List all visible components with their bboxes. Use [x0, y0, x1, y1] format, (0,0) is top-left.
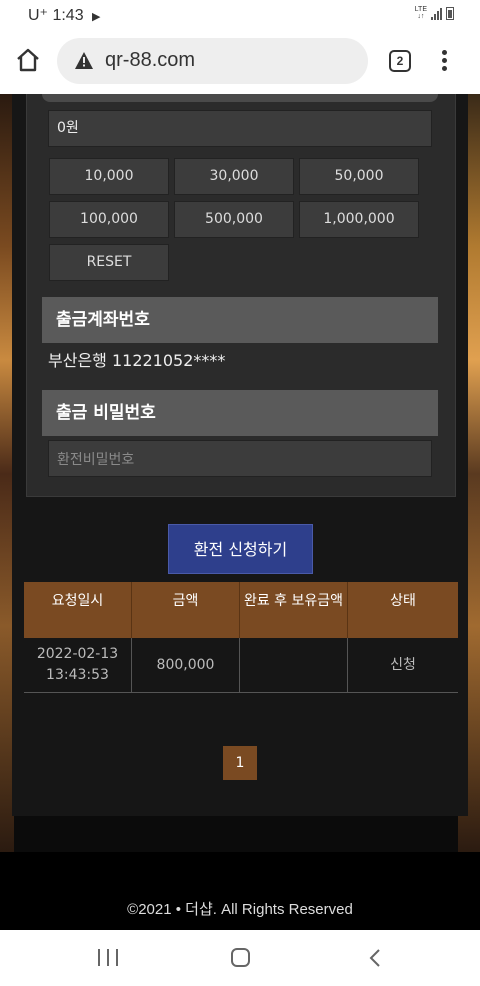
system-nav-bar [0, 930, 480, 986]
back-icon[interactable] [368, 948, 382, 968]
recent-apps-icon[interactable] [98, 949, 118, 966]
amount-button-1000000[interactable]: 1,000,000 [299, 201, 419, 238]
cell-amount: 800,000 [132, 638, 240, 692]
carrier-label: U⁺ [28, 7, 48, 24]
network-indicator: LTE ↓↑ [414, 6, 427, 20]
battery-icon [446, 7, 454, 20]
signal-icon [431, 8, 442, 20]
withdraw-history-table: 요청일시 금액 완료 후 보유금액 상태 2022-02-13 13:43:53… [24, 582, 458, 693]
lte-label: LTE [414, 6, 427, 13]
table-header: 요청일시 금액 완료 후 보유금액 상태 [24, 582, 458, 638]
amount-button-10000[interactable]: 10,000 [49, 158, 169, 195]
column-header-status: 상태 [390, 593, 416, 609]
play-store-icon: ▶ [92, 11, 101, 23]
reset-button[interactable]: RESET [49, 244, 169, 281]
cell-balance [240, 638, 348, 692]
amount-button-30000[interactable]: 30,000 [174, 158, 294, 195]
status-bar: U⁺ 1:43 ▶ LTE ↓↑ [0, 0, 480, 30]
home-button-icon[interactable] [231, 948, 250, 967]
browser-toolbar: qr-88.com 2 [0, 30, 480, 94]
pagination-page-button[interactable]: 1 [223, 746, 257, 780]
warning-icon[interactable] [75, 52, 93, 69]
withdraw-password-input[interactable] [48, 440, 432, 477]
cell-datetime: 2022-02-13 13:43:53 [24, 638, 132, 692]
withdraw-form [26, 94, 456, 497]
password-section-header: 출금 비밀번호 [42, 390, 438, 436]
url-text: qr-88.com [105, 49, 196, 71]
copyright-text: ©2021 • 더샵. All Rights Reserved [127, 901, 353, 918]
address-bar[interactable]: qr-88.com [57, 38, 368, 84]
form-top-strip [42, 94, 438, 102]
column-header-balance: 완료 후 보유금액 [240, 582, 348, 638]
amount-button-500000[interactable]: 500,000 [174, 201, 294, 238]
page-content: 0원 10,000 30,000 50,000 100,000 500,000 … [0, 94, 480, 930]
amount-button-100000[interactable]: 100,000 [49, 201, 169, 238]
table-row: 2022-02-13 13:43:53 800,000 신청 [24, 638, 458, 693]
account-number: 부산은행 11221052**** [48, 351, 226, 370]
status-right: LTE ↓↑ [415, 6, 454, 20]
tab-switcher-button[interactable]: 2 [389, 50, 411, 72]
submit-withdraw-button[interactable]: 환전 신청하기 [168, 524, 313, 574]
more-menu-icon[interactable] [442, 50, 448, 72]
clock: 1:43 [52, 7, 84, 24]
footer: ©2021 • 더샵. All Rights Reserved [0, 852, 480, 930]
column-header-amount: 금액 [132, 582, 240, 638]
home-icon[interactable] [14, 46, 42, 74]
column-header-datetime: 요청일시 [24, 582, 132, 638]
account-section-header: 출금계좌번호 [42, 297, 438, 343]
status-left: U⁺ 1:43 ▶ [28, 5, 101, 25]
amount-button-50000[interactable]: 50,000 [299, 158, 419, 195]
cell-status: 신청 [390, 656, 416, 673]
amount-display: 0원 [48, 110, 432, 147]
